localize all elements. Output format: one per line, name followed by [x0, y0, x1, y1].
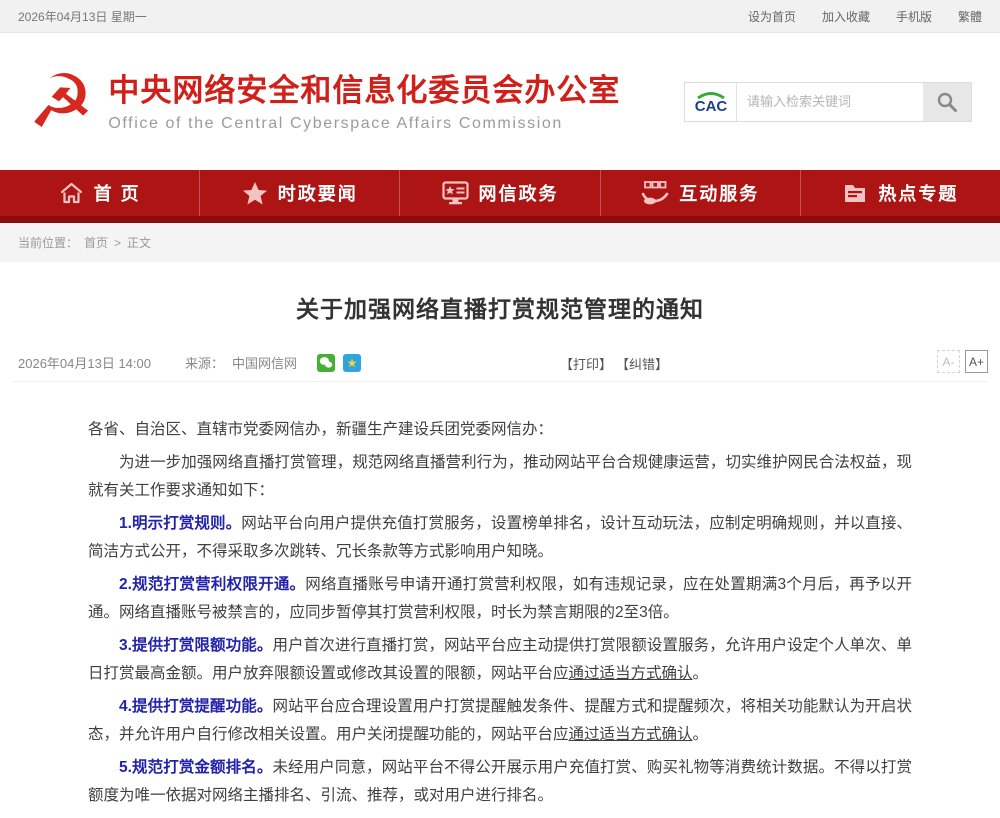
article-content: 关于加强网络直播打赏规范管理的通知 2026年04月13日 14:00 来源： …: [0, 262, 1000, 810]
breadcrumb-separator: >: [114, 236, 121, 250]
star-icon: [242, 181, 268, 206]
nav-item-home[interactable]: 首 页: [0, 170, 200, 216]
site-title: 中央网络安全和信息化委员会办公室: [108, 71, 620, 111]
article-title: 关于加强网络直播打赏规范管理的通知: [0, 290, 1000, 324]
cac-logo-text: CAC: [694, 98, 727, 115]
nav-label: 首 页: [94, 180, 141, 206]
nav-item-interactive-services[interactable]: 互动服务: [601, 170, 801, 216]
breadcrumb-label: 当前位置：: [18, 234, 78, 251]
paragraph-lead-text: 1.明示打赏规则。: [119, 515, 241, 532]
search-icon: [936, 91, 958, 113]
article-source: 中国网信网: [232, 353, 297, 372]
article-paragraph: 4.提供打赏提醒功能。网站平台应合理设置用户打赏提醒触发条件、提醒方式和提醒频次…: [88, 693, 912, 749]
breadcrumb-current[interactable]: 正文: [127, 234, 151, 251]
interaction-hand-icon: [641, 181, 669, 206]
article-paragraph: 2.规范打赏营利权限开通。网络直播账号申请开通打赏营利权限，如有违规记录，应在处…: [88, 571, 912, 627]
paragraph-lead-text: 4.提供打赏提醒功能。: [119, 698, 272, 715]
top-utility-bar: 2026年04月13日 星期一 设为首页 加入收藏 手机版 繁體: [0, 0, 1000, 33]
monitor-star-icon: [442, 181, 469, 205]
paragraph-text: 。: [693, 726, 709, 743]
print-button[interactable]: 【打印】: [560, 354, 612, 373]
wechat-share-icon[interactable]: [317, 354, 335, 372]
site-logo-link[interactable]: ☭ 中央网络安全和信息化委员会办公室 Office of the Central…: [28, 65, 620, 139]
article-paragraph: 为进一步加强网络直播打赏管理，规范网络直播营利行为，推动网站平台合规健康运营，切…: [88, 449, 912, 505]
source-label: 来源：: [185, 353, 224, 372]
breadcrumb: 当前位置： 首页 > 正文: [0, 223, 1000, 262]
nav-label: 热点专题: [878, 180, 958, 206]
traditional-chinese-link[interactable]: 繁體: [958, 8, 982, 25]
paragraph-text: 为进一步加强网络直播打赏管理，规范网络直播营利行为，推动网站平台合规健康运营，切…: [88, 454, 912, 499]
main-navigation: 首 页 时政要闻 网信政务: [0, 170, 1000, 216]
font-smaller-button[interactable]: A-: [937, 350, 960, 373]
cac-logo: CAC: [685, 83, 737, 121]
paragraph-text: 各省、自治区、直辖市党委网信办，新疆生产建设兵团党委网信办：: [88, 421, 553, 438]
article-paragraph: 5.规范打赏金额排名。未经用户同意，网站平台不得公开展示用户充值打赏、购买礼物等…: [88, 754, 912, 810]
topbar-links: 设为首页 加入收藏 手机版 繁體: [748, 8, 982, 25]
paragraph-lead-text: 3.提供打赏限额功能。: [119, 637, 272, 654]
error-report-button[interactable]: 【纠错】: [616, 354, 668, 373]
paragraph-text: 通过适当方式确认: [569, 665, 693, 682]
font-larger-button[interactable]: A+: [965, 350, 988, 373]
nav-label: 网信政务: [479, 180, 559, 206]
paragraph-text: 。: [693, 665, 709, 682]
share-icons: ★: [317, 354, 361, 372]
mobile-version-link[interactable]: 手机版: [896, 8, 932, 25]
article-meta-row: 2026年04月13日 14:00 来源： 中国网信网 ★ 【打印】 【纠错】 …: [12, 352, 988, 382]
paragraph-text: 通过适当方式确认: [569, 726, 693, 743]
nav-label: 时政要闻: [278, 180, 358, 206]
article-paragraph: 3.提供打赏限额功能。用户首次进行直播打赏，网站平台应主动提供打赏限额设置服务，…: [88, 632, 912, 688]
nav-bottom-strip: [0, 216, 1000, 223]
nav-item-cyber-affairs[interactable]: 网信政务: [400, 170, 600, 216]
nav-label: 互动服务: [679, 180, 759, 206]
search-input[interactable]: [737, 83, 923, 121]
home-icon: [59, 181, 84, 205]
search-button[interactable]: [923, 83, 971, 121]
site-subtitle-english: Office of the Central Cyberspace Affairs…: [108, 115, 620, 133]
site-search-bar: CAC: [684, 82, 972, 122]
folder-icon: [842, 181, 868, 205]
article-paragraph: 各省、自治区、直辖市党委网信办，新疆生产建设兵团党委网信办：: [88, 416, 912, 444]
qzone-share-icon[interactable]: ★: [343, 354, 361, 372]
breadcrumb-home-link[interactable]: 首页: [84, 234, 108, 251]
paragraph-lead-text: 5.规范打赏金额排名。: [119, 759, 272, 776]
article-paragraph: 1.明示打赏规则。网站平台向用户提供充值打赏服务，设置榜单排名，设计互动玩法，应…: [88, 510, 912, 566]
nav-item-hot-topics[interactable]: 热点专题: [801, 170, 1000, 216]
article-date: 2026年04月13日 14:00: [18, 353, 151, 372]
current-date: 2026年04月13日 星期一: [18, 8, 147, 25]
set-homepage-link[interactable]: 设为首页: [748, 8, 796, 25]
hammer-sickle-emblem-icon: ☭: [28, 65, 94, 139]
site-header: ☭ 中央网络安全和信息化委员会办公室 Office of the Central…: [0, 33, 1000, 170]
add-favorites-link[interactable]: 加入收藏: [822, 8, 870, 25]
article-body: 各省、自治区、直辖市党委网信办，新疆生产建设兵团党委网信办： 为进一步加强网络直播…: [88, 416, 912, 810]
nav-item-politics-news[interactable]: 时政要闻: [200, 170, 400, 216]
article-actions: 【打印】 【纠错】: [560, 354, 668, 373]
font-size-controls: A- A+: [937, 350, 988, 373]
paragraph-lead-text: 2.规范打赏营利权限开通。: [119, 576, 305, 593]
